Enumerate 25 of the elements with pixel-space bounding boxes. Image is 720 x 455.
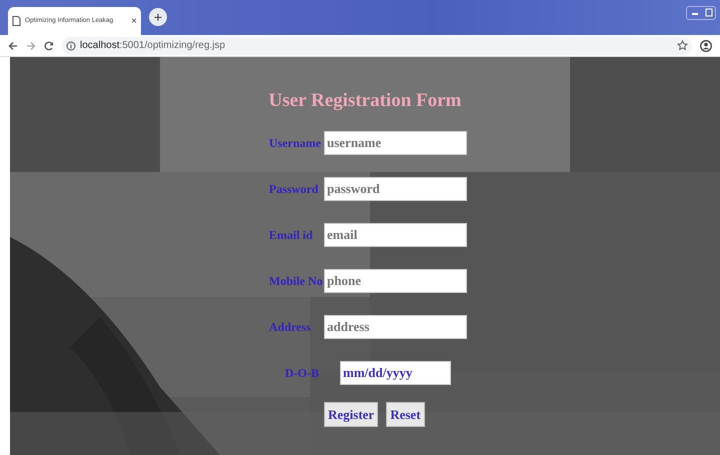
back-icon[interactable] bbox=[8, 40, 18, 50]
input-field[interactable]: password bbox=[324, 176, 467, 201]
field-label: Password bbox=[269, 180, 320, 198]
field-label: D-O-B bbox=[285, 364, 320, 382]
url-text[interactable]: localhost:5001/optimizing/reg.jsp bbox=[80, 38, 226, 53]
maximize-icon[interactable] bbox=[703, 7, 715, 19]
field-label: Username bbox=[269, 134, 322, 152]
input-field[interactable]: username bbox=[324, 130, 467, 155]
input-field[interactable]: email bbox=[324, 222, 467, 247]
new-tab-button[interactable]: + bbox=[149, 8, 167, 26]
star-icon[interactable] bbox=[677, 40, 688, 51]
account-icon[interactable] bbox=[700, 40, 712, 52]
form-button[interactable]: Register bbox=[324, 402, 378, 427]
field-label: Address bbox=[269, 318, 312, 336]
input-field[interactable]: phone bbox=[324, 268, 467, 293]
field-label: Email id bbox=[269, 226, 314, 244]
page-icon bbox=[12, 16, 21, 26]
form-title: User Registration Form bbox=[268, 89, 462, 113]
field-label: Mobile No bbox=[269, 272, 324, 290]
reload-icon[interactable] bbox=[44, 40, 54, 50]
tab-close-button[interactable]: × bbox=[131, 14, 137, 28]
date-field[interactable]: mm/dd/yyyy bbox=[340, 360, 451, 385]
info-icon[interactable] bbox=[66, 40, 76, 50]
input-field[interactable]: address bbox=[324, 314, 467, 339]
form-button[interactable]: Reset bbox=[386, 402, 425, 427]
